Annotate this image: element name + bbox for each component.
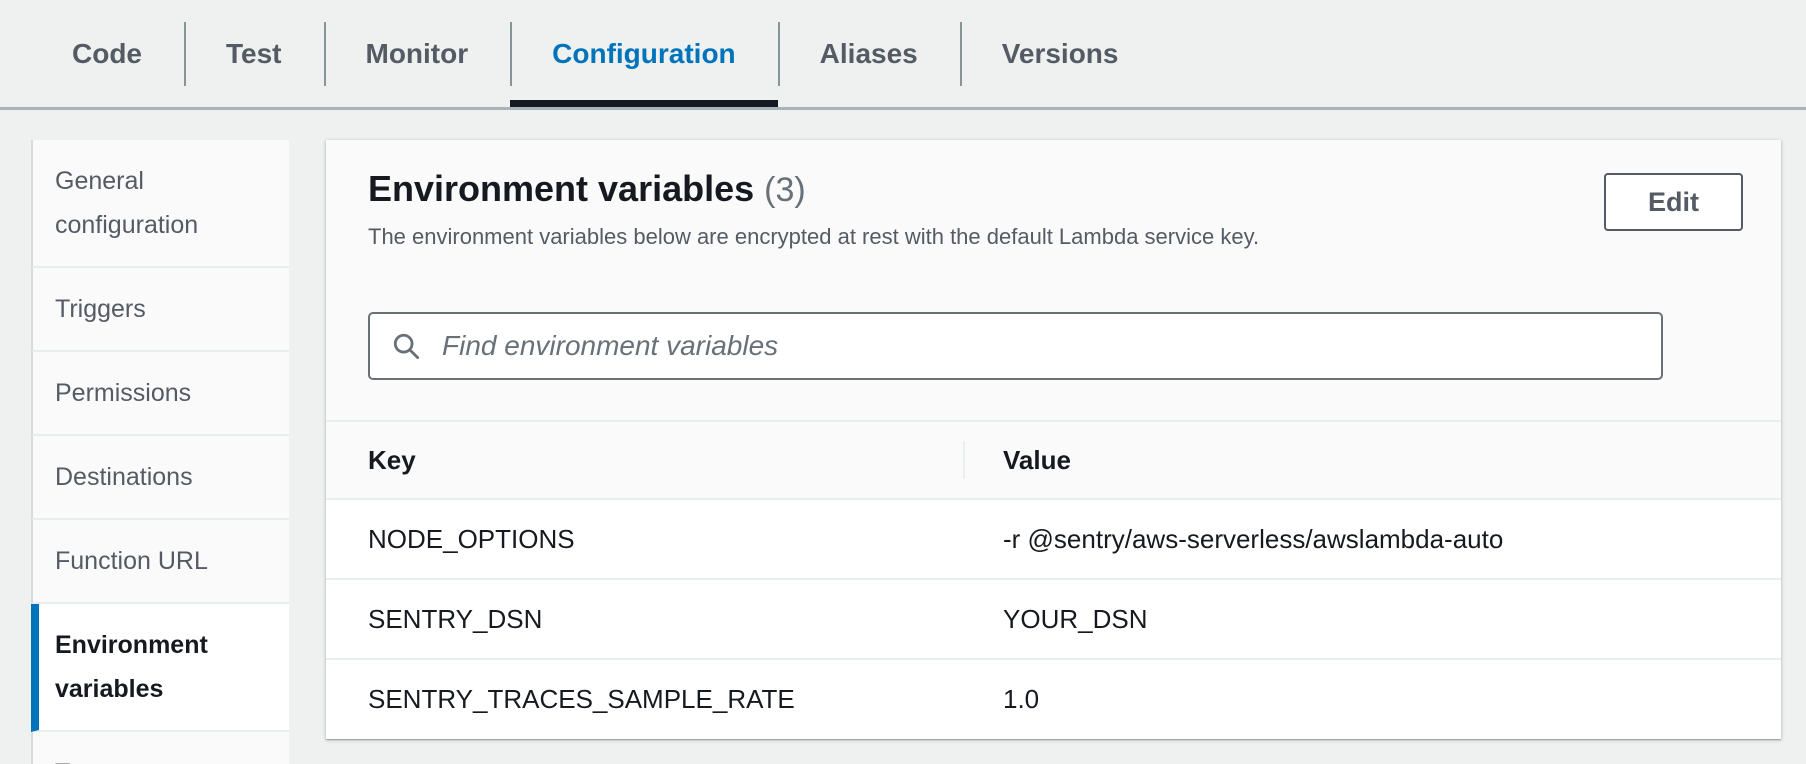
- sidebar-item-triggers[interactable]: Triggers: [31, 268, 289, 352]
- environment-variables-table: Key Value NODE_OPTIONS -r @sentry/aws-se…: [326, 420, 1781, 739]
- table-row: NODE_OPTIONS -r @sentry/aws-serverless/a…: [326, 500, 1781, 580]
- column-header-value: Value: [963, 445, 1781, 476]
- sidebar-item-general-configuration[interactable]: General configuration: [31, 140, 289, 268]
- environment-variables-panel: Environment variables (3) Edit The envir…: [326, 140, 1781, 739]
- tab-code[interactable]: Code: [30, 0, 184, 107]
- env-var-value: 1.0: [963, 684, 1781, 715]
- panel-description: The environment variables below are encr…: [368, 222, 1743, 252]
- tab-versions[interactable]: Versions: [960, 0, 1161, 107]
- sidebar-item-environment-variables[interactable]: Environment variables: [31, 604, 289, 732]
- edit-button[interactable]: Edit: [1604, 173, 1743, 231]
- configuration-sidenav: General configuration Triggers Permissio…: [31, 140, 289, 764]
- search-icon: [392, 332, 420, 360]
- env-var-key: SENTRY_TRACES_SAMPLE_RATE: [326, 684, 963, 715]
- panel-header: Environment variables (3) Edit The envir…: [326, 140, 1781, 252]
- function-tab-bar: Code Test Monitor Configuration Aliases …: [0, 0, 1806, 110]
- env-var-key: SENTRY_DSN: [326, 604, 963, 635]
- tab-test[interactable]: Test: [184, 0, 324, 107]
- table-row: SENTRY_DSN YOUR_DSN: [326, 580, 1781, 660]
- sidebar-item-destinations[interactable]: Destinations: [31, 436, 289, 520]
- column-header-key: Key: [326, 445, 963, 476]
- env-var-key: NODE_OPTIONS: [326, 524, 963, 555]
- variable-count-badge: (3): [764, 171, 806, 209]
- table-row: SENTRY_TRACES_SAMPLE_RATE 1.0: [326, 660, 1781, 739]
- tab-aliases[interactable]: Aliases: [778, 0, 960, 107]
- panel-title-text: Environment variables: [368, 168, 754, 209]
- env-var-value: -r @sentry/aws-serverless/awslambda-auto: [963, 524, 1781, 555]
- sidebar-item-tags[interactable]: Tags: [31, 732, 289, 764]
- tab-monitor[interactable]: Monitor: [324, 0, 511, 107]
- env-var-value: YOUR_DSN: [963, 604, 1781, 635]
- sidebar-item-function-url[interactable]: Function URL: [31, 520, 289, 604]
- tab-configuration[interactable]: Configuration: [510, 0, 778, 107]
- search-container: [368, 312, 1739, 380]
- sidebar-item-permissions[interactable]: Permissions: [31, 352, 289, 436]
- configuration-content: General configuration Triggers Permissio…: [0, 110, 1806, 764]
- table-header-row: Key Value: [326, 420, 1781, 500]
- search-input[interactable]: [368, 312, 1663, 380]
- panel-title: Environment variables (3): [368, 166, 806, 213]
